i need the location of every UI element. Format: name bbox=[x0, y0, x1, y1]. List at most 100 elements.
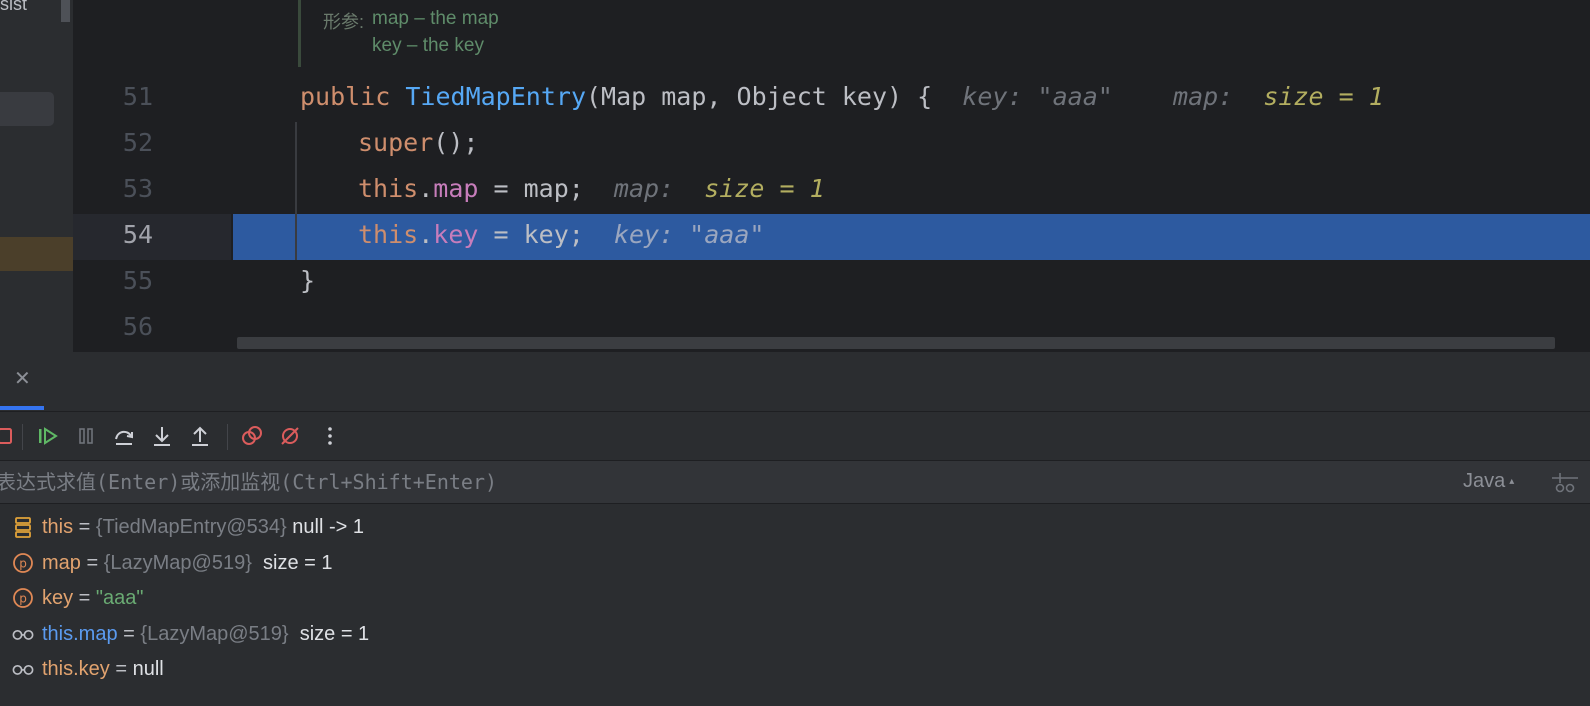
variable-equals: = bbox=[80, 551, 104, 574]
watch-name: this.key bbox=[42, 657, 110, 680]
indent-guide bbox=[295, 122, 297, 260]
keyword: this bbox=[358, 220, 419, 249]
variable-name: this bbox=[42, 515, 74, 538]
svg-text:p: p bbox=[19, 557, 27, 571]
line-number-current[interactable]: 54 bbox=[73, 220, 153, 249]
active-tab-indicator bbox=[0, 406, 44, 410]
project-tool-window: sist bbox=[0, 0, 73, 352]
field-name: map bbox=[433, 174, 479, 203]
keyword: super bbox=[358, 128, 434, 157]
view-breakpoints-button[interactable] bbox=[238, 422, 266, 450]
variable-row-key[interactable]: p key = "aaa" bbox=[12, 581, 144, 615]
evaluate-expression-bar: Java▴ bbox=[0, 461, 1590, 504]
project-scrollbar[interactable] bbox=[61, 0, 70, 22]
language-label: Java bbox=[1463, 470, 1506, 492]
watch-icon bbox=[12, 623, 34, 645]
code-text: (Map map, Object key) { bbox=[586, 82, 933, 111]
watch-row-this-map[interactable]: this.map = {LazyMap@519} size = 1 bbox=[12, 617, 369, 651]
line-number[interactable]: 56 bbox=[73, 312, 153, 341]
code-line-53[interactable]: this.map = map; map: size = 1 bbox=[358, 166, 825, 212]
pause-button[interactable] bbox=[72, 422, 100, 450]
close-tab-icon[interactable]: ✕ bbox=[14, 366, 31, 391]
doc-param-key: key – the key bbox=[372, 35, 484, 56]
step-into-icon bbox=[154, 427, 170, 446]
variable-equals: = bbox=[117, 622, 141, 645]
keyword: this bbox=[358, 174, 419, 203]
line-number[interactable]: 52 bbox=[73, 128, 153, 157]
code-line-52[interactable]: super(); bbox=[358, 120, 478, 166]
debug-tool-window: ✕ Java▴ bbox=[0, 352, 1590, 706]
rendered-doc-comment bbox=[298, 0, 301, 67]
variable-name: key bbox=[42, 586, 74, 609]
watch-row-this-key[interactable]: this.key = null bbox=[12, 652, 164, 686]
step-over-icon bbox=[115, 430, 133, 445]
inline-value-hint-label: map: bbox=[613, 174, 675, 203]
line-number[interactable]: 53 bbox=[73, 174, 153, 203]
variable-reference: {LazyMap@519} bbox=[140, 622, 289, 645]
inline-value-hint-size: size = 1 bbox=[704, 174, 825, 203]
stop-button[interactable] bbox=[0, 422, 18, 450]
variable-value: null -> 1 bbox=[286, 515, 364, 538]
more-vertical-icon bbox=[328, 427, 332, 445]
variable-reference: {LazyMap@519} bbox=[103, 551, 252, 574]
field-name: key bbox=[433, 220, 479, 249]
watch-icon bbox=[12, 658, 34, 680]
line-number[interactable]: 55 bbox=[73, 266, 153, 295]
step-over-button[interactable] bbox=[110, 422, 138, 450]
mute-breakpoints-button[interactable] bbox=[276, 422, 304, 450]
variable-equals: = bbox=[109, 657, 133, 680]
variable-value: size = 1 bbox=[288, 622, 370, 645]
variable-string-value: "aaa" bbox=[95, 586, 144, 609]
inline-value-hint: key: "aaa" bbox=[962, 82, 1113, 111]
horizontal-scrollbar[interactable] bbox=[237, 337, 1555, 349]
code-text: = key; bbox=[478, 220, 584, 249]
parameter-icon: p bbox=[12, 587, 34, 609]
object-stack-icon bbox=[12, 516, 34, 538]
step-into-button[interactable] bbox=[148, 422, 176, 450]
project-tree-selected-item[interactable] bbox=[0, 92, 54, 126]
resume-icon bbox=[39, 427, 58, 445]
inline-value-hint: key: "aaa" bbox=[613, 220, 765, 249]
svg-text:p: p bbox=[19, 592, 27, 606]
evaluate-expression-input[interactable] bbox=[0, 461, 1396, 503]
doc-params-label: 形参: bbox=[323, 12, 365, 32]
code-line-54[interactable]: this.key = key; key: "aaa" bbox=[358, 212, 764, 258]
inline-value-hint-label: map: bbox=[1173, 82, 1234, 111]
project-tree-partial-label: sist bbox=[0, 0, 27, 14]
code-dot: . bbox=[418, 174, 434, 203]
code-text: (); bbox=[433, 128, 479, 157]
toolbar-separator bbox=[227, 424, 228, 450]
project-tree-highlighted-item[interactable] bbox=[0, 237, 73, 271]
resume-button[interactable] bbox=[34, 422, 62, 450]
line-number[interactable]: 51 bbox=[73, 82, 153, 111]
variable-value: size = 1 bbox=[251, 551, 333, 574]
code-text: = map; bbox=[478, 174, 584, 203]
code-text: } bbox=[300, 266, 316, 295]
method-name: TiedMapEntry bbox=[405, 82, 586, 111]
pause-icon bbox=[79, 428, 93, 444]
code-line-55[interactable]: } bbox=[300, 258, 315, 304]
variable-equals: = bbox=[73, 515, 96, 538]
mute-breakpoints-icon bbox=[281, 427, 299, 445]
variable-row-map[interactable]: p map = {LazyMap@519} size = 1 bbox=[12, 546, 333, 580]
language-selector[interactable]: Java ▴ bbox=[1463, 470, 1514, 493]
code-editor[interactable]: sist 51 52 53 54 55 56 形参: map – the map… bbox=[0, 0, 1590, 352]
dropdown-arrow-icon: ▴ bbox=[1509, 476, 1515, 488]
doc-param-map: map – the map bbox=[372, 8, 499, 29]
code-line-51[interactable]: public TiedMapEntry(Map map, Object key)… bbox=[300, 74, 1384, 120]
variable-equals: = bbox=[73, 586, 96, 609]
step-out-icon bbox=[192, 426, 208, 446]
variable-name: map bbox=[42, 551, 81, 574]
variable-value: null bbox=[132, 657, 164, 680]
watch-name: this.map bbox=[42, 622, 118, 645]
debug-toolbar bbox=[0, 412, 1590, 461]
variable-row-this[interactable]: this = {TiedMapEntry@534} null -> 1 bbox=[12, 510, 364, 544]
stop-icon bbox=[0, 428, 12, 444]
step-out-button[interactable] bbox=[186, 422, 214, 450]
more-options-button[interactable] bbox=[316, 422, 344, 450]
parameter-icon: p bbox=[12, 552, 34, 574]
add-watch-icon[interactable] bbox=[1550, 469, 1580, 495]
inline-value-hint-size: size = 1 bbox=[1263, 82, 1384, 111]
keyword: public bbox=[300, 82, 391, 111]
variable-reference: {TiedMapEntry@534} bbox=[95, 515, 287, 538]
